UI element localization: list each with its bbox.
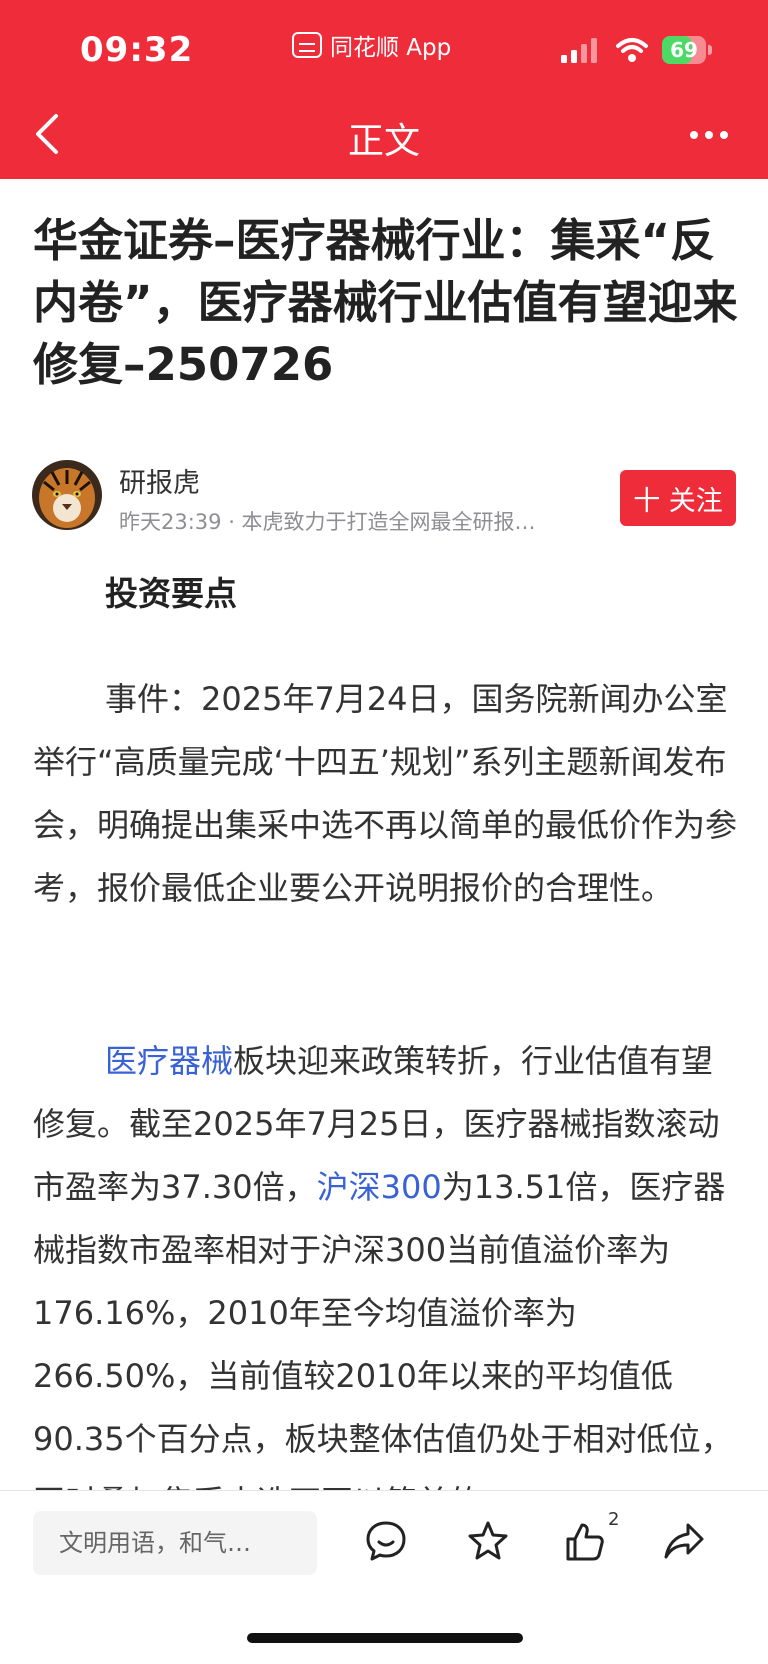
follow-button[interactable]: 十 关注 bbox=[620, 470, 736, 526]
status-time: 09:32 bbox=[80, 30, 194, 70]
like-count: 2 bbox=[608, 1509, 620, 1530]
tiger-avatar-icon bbox=[32, 460, 102, 530]
comment-icon[interactable] bbox=[364, 1519, 408, 1563]
comment-input[interactable]: 文明用语，和气… bbox=[33, 1511, 317, 1575]
author-avatar[interactable] bbox=[32, 460, 102, 530]
battery-indicator: 69 bbox=[662, 36, 712, 64]
section-heading: 投资要点 bbox=[105, 574, 237, 613]
battery-level: 69 bbox=[670, 38, 698, 62]
share-icon[interactable] bbox=[662, 1519, 706, 1563]
wifi-icon bbox=[616, 38, 648, 62]
star-icon[interactable] bbox=[466, 1519, 510, 1563]
app-name: 同花顺 App bbox=[330, 35, 452, 61]
paragraph-text: 为13.51倍，医疗器械指数市盈率相对于沪深300当前值溢价率为176.16%，… bbox=[33, 1168, 733, 1521]
app-logo-icon bbox=[292, 32, 322, 58]
more-icon[interactable] bbox=[690, 125, 740, 145]
author-meta: 昨天23:39 · 本虎致力于打造全网最全研报… bbox=[119, 510, 536, 534]
article-title: 华金证券–医疗器械行业：集采“反内卷”，医疗器械行业估值有望迎来修复–25072… bbox=[33, 214, 738, 391]
app-indicator[interactable]: 同花顺 App bbox=[292, 28, 451, 62]
cell-signal-icon bbox=[561, 38, 597, 63]
author-name[interactable]: 研报虎 bbox=[119, 461, 200, 500]
bottom-action-bar: 文明用语，和气… 2 bbox=[0, 1490, 768, 1664]
top-header: 09:32 同花顺 App 69 正文 bbox=[0, 0, 768, 179]
like-icon[interactable] bbox=[562, 1519, 606, 1563]
article-paragraph: 医疗器械板块迎来政策转折，行业估值有望修复。截至2025年7月25日，医疗器械指… bbox=[33, 1030, 738, 1534]
page-title: 正文 bbox=[347, 121, 420, 162]
article-paragraph: 事件：2025年7月24日，国务院新闻办公室举行“高质量完成‘十四五’规划”系列… bbox=[33, 680, 738, 907]
home-indicator bbox=[247, 1633, 523, 1643]
link-medical-devices[interactable]: 医疗器械 bbox=[105, 1042, 233, 1080]
link-hs300[interactable]: 沪深300 bbox=[317, 1168, 442, 1206]
